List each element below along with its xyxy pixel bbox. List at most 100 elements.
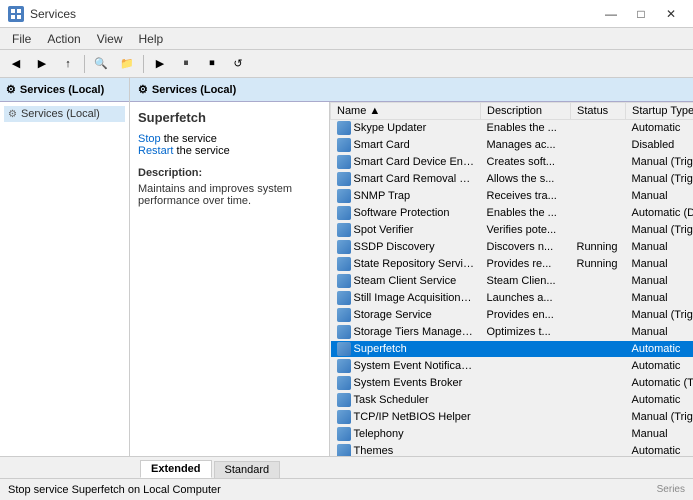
tree-item-local[interactable]: ⚙ Services (Local) [4,106,125,122]
left-panel-icon: ⚙ [6,83,16,96]
cell-name: Smart Card [331,137,481,154]
stop-button[interactable]: ⏹ [200,53,224,75]
table-row[interactable]: Smart Card Removal PolicyAllows the s...… [331,171,693,188]
minimize-button[interactable]: — [597,4,625,24]
cell-name: Storage Service [331,307,481,324]
cell-status [571,307,626,324]
close-button[interactable]: ✕ [657,4,685,24]
col-status-header[interactable]: Status [571,103,626,120]
cell-status [571,120,626,137]
cell-desc [481,426,571,443]
service-row-icon [337,223,351,237]
stop-link[interactable]: Stop [138,133,161,145]
table-row[interactable]: Skype UpdaterEnables the ...AutomaticLoc [331,120,693,137]
cell-name: State Repository Service [331,256,481,273]
split-pane: Superfetch Stop the service Restart the … [130,102,693,456]
table-row[interactable]: Task SchedulerAutomaticLoc [331,392,693,409]
tabs-bar: Extended Standard [0,456,693,478]
cell-startup: Manual [626,239,693,256]
maximize-button[interactable]: □ [627,4,655,24]
cell-status [571,273,626,290]
run-button[interactable]: ▶ [148,53,172,75]
service-row-icon [337,325,351,339]
stop-text: the service [161,133,217,145]
restart-button[interactable]: ↺ [226,53,250,75]
cell-status [571,358,626,375]
table-row[interactable]: Smart Card Device Enumera...Creates soft… [331,154,693,171]
cell-name: SNMP Trap [331,188,481,205]
table-row[interactable]: SuperfetchAutomaticLoc [331,341,693,358]
cell-desc: Enables the ... [481,120,571,137]
cell-desc: Creates soft... [481,154,571,171]
service-row-icon [337,444,351,456]
cell-startup: Manual [626,256,693,273]
cell-status [571,409,626,426]
tab-standard[interactable]: Standard [214,461,281,478]
cell-desc: Provides re... [481,256,571,273]
cell-status [571,171,626,188]
table-row[interactable]: Software ProtectionEnables the ...Automa… [331,205,693,222]
cell-status [571,188,626,205]
cell-name: Smart Card Device Enumera... [331,154,481,171]
cell-startup: Automatic [626,443,693,457]
table-row[interactable]: Storage ServiceProvides en...Manual (Tri… [331,307,693,324]
cell-startup: Automatic [626,358,693,375]
menu-view[interactable]: View [89,30,131,48]
table-row[interactable]: Smart CardManages ac...DisabledLoc [331,137,693,154]
col-startup-header[interactable]: Startup Type [626,103,693,120]
cell-name: Superfetch [331,341,481,358]
restart-link[interactable]: Restart [138,145,173,157]
cell-desc: Launches a... [481,290,571,307]
services-tbody: Skype UpdaterEnables the ...AutomaticLoc… [331,120,693,457]
menu-file[interactable]: File [4,30,39,48]
table-row[interactable]: SNMP TrapReceives tra...ManualNet [331,188,693,205]
cell-desc: Allows the s... [481,171,571,188]
pause-button[interactable]: ⏸ [174,53,198,75]
tab-extended[interactable]: Extended [140,460,212,478]
table-row[interactable]: System Event Notification SAutomaticLoc [331,358,693,375]
menu-bar: File Action View Help [0,28,693,50]
table-row[interactable]: Steam Client ServiceSteam Clien...Manual… [331,273,693,290]
menu-help[interactable]: Help [131,30,172,48]
cell-desc [481,443,571,457]
left-panel-header: ⚙ Services (Local) [0,78,129,102]
folders-button[interactable]: 📁 [115,53,139,75]
service-row-icon [337,427,351,441]
table-row[interactable]: System Events BrokerAutomatic (T...Loc [331,375,693,392]
cell-desc [481,341,571,358]
cell-startup: Automatic [626,392,693,409]
service-row-icon [337,410,351,424]
menu-action[interactable]: Action [39,30,88,48]
up-button[interactable]: ↑ [56,53,80,75]
cell-name: Still Image Acquisition Events [331,290,481,307]
cell-startup: Manual (Trig... [626,171,693,188]
cell-startup: Manual [626,290,693,307]
service-row-icon [337,172,351,186]
table-row[interactable]: SSDP DiscoveryDiscovers n...RunningManua… [331,239,693,256]
cell-status [571,426,626,443]
forward-button[interactable]: ▶ [30,53,54,75]
back-button[interactable]: ◀ [4,53,28,75]
cell-desc [481,392,571,409]
col-desc-header[interactable]: Description [481,103,571,120]
table-container[interactable]: Name ▲ Description Status Startup Type L… [330,102,693,456]
search-button[interactable]: 🔍 [89,53,113,75]
desc-title: Description: [138,167,321,179]
cell-status: Running [571,256,626,273]
cell-status [571,222,626,239]
cell-status: Running [571,239,626,256]
table-row[interactable]: Still Image Acquisition EventsLaunches a… [331,290,693,307]
table-row[interactable]: State Repository ServiceProvides re...Ru… [331,256,693,273]
table-row[interactable]: Spot VerifierVerifies pote...Manual (Tri… [331,222,693,239]
service-description: Description: Maintains and improves syst… [138,167,321,207]
service-row-icon [337,138,351,152]
cell-desc: Receives tra... [481,188,571,205]
col-name-header[interactable]: Name ▲ [331,103,481,120]
table-row[interactable]: TelephonyManualNet [331,426,693,443]
service-row-icon [337,206,351,220]
table-row[interactable]: Storage Tiers ManagementOptimizes t...Ma… [331,324,693,341]
cell-desc: Optimizes t... [481,324,571,341]
table-row[interactable]: TCP/IP NetBIOS HelperManual (Trig...Loc [331,409,693,426]
table-row[interactable]: ThemesAutomaticLoc [331,443,693,457]
service-row-icon [337,155,351,169]
